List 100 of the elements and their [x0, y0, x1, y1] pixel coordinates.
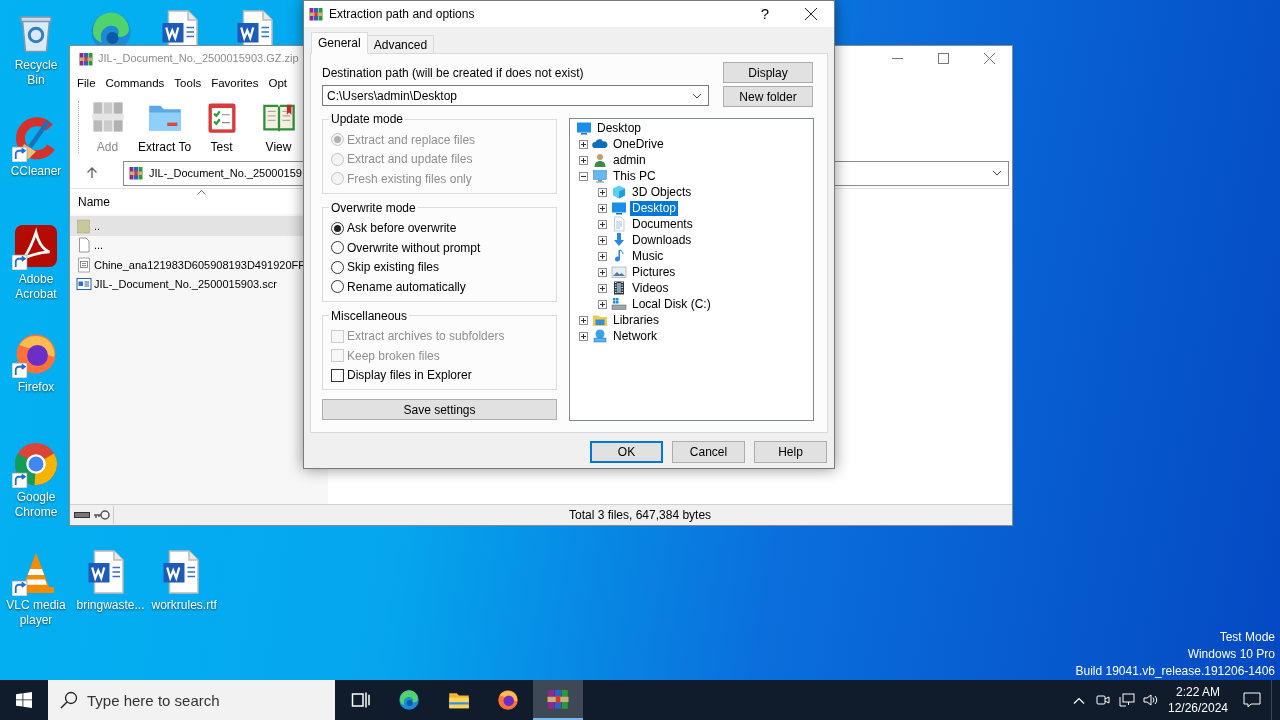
help-button[interactable]: ?	[742, 2, 788, 26]
close-icon[interactable]	[805, 8, 817, 20]
browser-icon[interactable]	[12, 440, 60, 488]
status-text: Total 3 files, 647,384 bytes	[569, 507, 712, 524]
tree-item[interactable]: Libraries	[611, 312, 662, 328]
monitor-icon[interactable]	[611, 200, 627, 216]
expand-toggle[interactable]	[598, 251, 607, 261]
drive-icon[interactable]	[611, 296, 627, 312]
expand-toggle[interactable]	[579, 155, 588, 165]
globe-icon	[496, 688, 521, 712]
radio-button[interactable]	[331, 280, 344, 294]
chevron-up-icon[interactable]	[1073, 696, 1085, 704]
radio-button[interactable]	[331, 260, 344, 274]
expand-toggle[interactable]	[598, 203, 607, 213]
save-settings-button[interactable]: Save settings	[322, 399, 557, 420]
volume-icon[interactable]	[1143, 692, 1159, 708]
tree-item[interactable]: Network	[611, 328, 659, 344]
window-title: JIL-_Document_No._2500015903.GZ.zip	[98, 51, 299, 67]
file-row[interactable]: ...	[70, 235, 328, 255]
option-label[interactable]: Skip existing files	[347, 258, 440, 277]
maximize-icon[interactable]	[937, 53, 949, 64]
clock[interactable]: 2:22 AM 12/26/2024	[1163, 684, 1233, 716]
tab[interactable]: General	[311, 32, 368, 54]
option-label[interactable]: Rename automatically	[347, 277, 466, 296]
menu-item[interactable]: Commands	[100, 74, 170, 93]
tree-item[interactable]: OneDrive	[611, 136, 666, 152]
tree-item[interactable]: Desktop	[630, 200, 679, 216]
expand-toggle[interactable]	[598, 267, 607, 277]
tree-item[interactable]: Videos	[630, 280, 671, 296]
expand-toggle[interactable]	[598, 187, 607, 197]
radio-button[interactable]	[331, 241, 344, 255]
archive-icon	[128, 165, 144, 181]
expand-toggle[interactable]	[579, 315, 588, 325]
side-button[interactable]: New folder	[723, 86, 813, 107]
menu-item[interactable]: Opt	[263, 74, 293, 93]
expand-toggle[interactable]	[598, 283, 607, 293]
folder-tree[interactable]: Desktop OneDrive admin This PC 3D Objects Desktop Documents Downloads Music Pictures Videos Local Disk (C:) Libraries Network	[569, 118, 814, 421]
tree-item[interactable]: Downloads	[630, 232, 694, 248]
expand-toggle[interactable]	[579, 139, 588, 149]
expand-toggle[interactable]	[598, 299, 607, 309]
tree-item[interactable]: admin	[611, 152, 648, 168]
expand-toggle[interactable]	[598, 219, 607, 229]
option-label[interactable]: Display files in Explorer	[347, 366, 472, 385]
group-title: Overwrite mode	[330, 200, 417, 215]
expand-toggle[interactable]	[579, 331, 588, 341]
option-label[interactable]: Overwrite without prompt	[347, 238, 481, 257]
chevron-down-icon[interactable]	[692, 92, 702, 99]
file-name: ..	[94, 218, 101, 234]
field-label: Destination path (will be created if does not exist)	[322, 66, 585, 80]
key-icon	[93, 509, 111, 521]
tree-item[interactable]: Desktop	[595, 120, 644, 136]
group-title: Update mode	[330, 112, 405, 126]
checkbox[interactable]	[331, 368, 344, 382]
menu-item[interactable]: Tools	[169, 74, 207, 93]
up-arrow-icon[interactable]	[86, 167, 98, 179]
option-label[interactable]: Ask before overwrite	[347, 219, 457, 238]
archive-icon	[545, 687, 570, 711]
dialog-button[interactable]: Help	[754, 441, 827, 463]
notice-text: Build 19041.vb_release.191206-1406	[1075, 663, 1275, 680]
start-icon[interactable]	[16, 692, 32, 708]
notification-icon[interactable]	[1243, 692, 1261, 708]
tree-item[interactable]: Documents	[630, 216, 695, 232]
user-icon[interactable]	[592, 152, 608, 168]
download-arrow-icon[interactable]	[611, 232, 627, 248]
camera-icon[interactable]	[1095, 692, 1111, 708]
archive-icon	[78, 50, 94, 67]
tree-item[interactable]: Local Disk (C:)	[630, 296, 713, 312]
file-row[interactable]: JIL-_Document_No._2500015903.scr	[70, 274, 328, 294]
tree-item[interactable]: 3D Objects	[630, 184, 694, 200]
file-row[interactable]: Chine_ana121983D605908193D491920FF	[70, 255, 328, 275]
search-field[interactable]: Type here to search	[48, 680, 335, 720]
file-name: ...	[94, 238, 104, 253]
column-header[interactable]: Name	[70, 189, 328, 214]
tree-item[interactable]: Music	[630, 248, 666, 264]
tree-item[interactable]: Pictures	[630, 264, 678, 280]
toolbar-button[interactable]: Extract To	[136, 98, 193, 156]
menu-item[interactable]: File	[72, 74, 101, 93]
file-name: Chine_ana121983D605908193D491920FF	[94, 257, 305, 273]
menu-item[interactable]: Favorites	[206, 74, 264, 93]
chevron-down-icon[interactable]	[992, 170, 1002, 176]
side-button[interactable]: Display	[723, 62, 813, 83]
monitor-icon[interactable]	[576, 120, 592, 136]
toolbar-button[interactable]: View	[250, 98, 307, 156]
expand-toggle[interactable]	[579, 171, 588, 181]
expand-toggle[interactable]	[598, 235, 607, 245]
path-combo-box[interactable]: C:\Users\admin\Desktop	[322, 85, 709, 106]
swirl-icon	[397, 688, 422, 712]
drive-icon	[74, 510, 90, 520]
radio-button[interactable]	[331, 221, 344, 235]
tree-item[interactable]: This PC	[611, 168, 658, 184]
film-icon[interactable]	[611, 280, 627, 296]
pdf-app-icon[interactable]	[12, 222, 60, 270]
sort-caret-icon	[197, 190, 206, 195]
toolbar-button[interactable]: Test	[193, 98, 250, 156]
dialog-button[interactable]: OK	[590, 441, 663, 463]
picture-icon[interactable]	[611, 264, 627, 280]
network-icon[interactable]	[1119, 692, 1135, 708]
program-file-icon	[76, 276, 92, 293]
dialog-button[interactable]: Cancel	[672, 441, 745, 463]
blank-file-icon	[76, 237, 92, 254]
